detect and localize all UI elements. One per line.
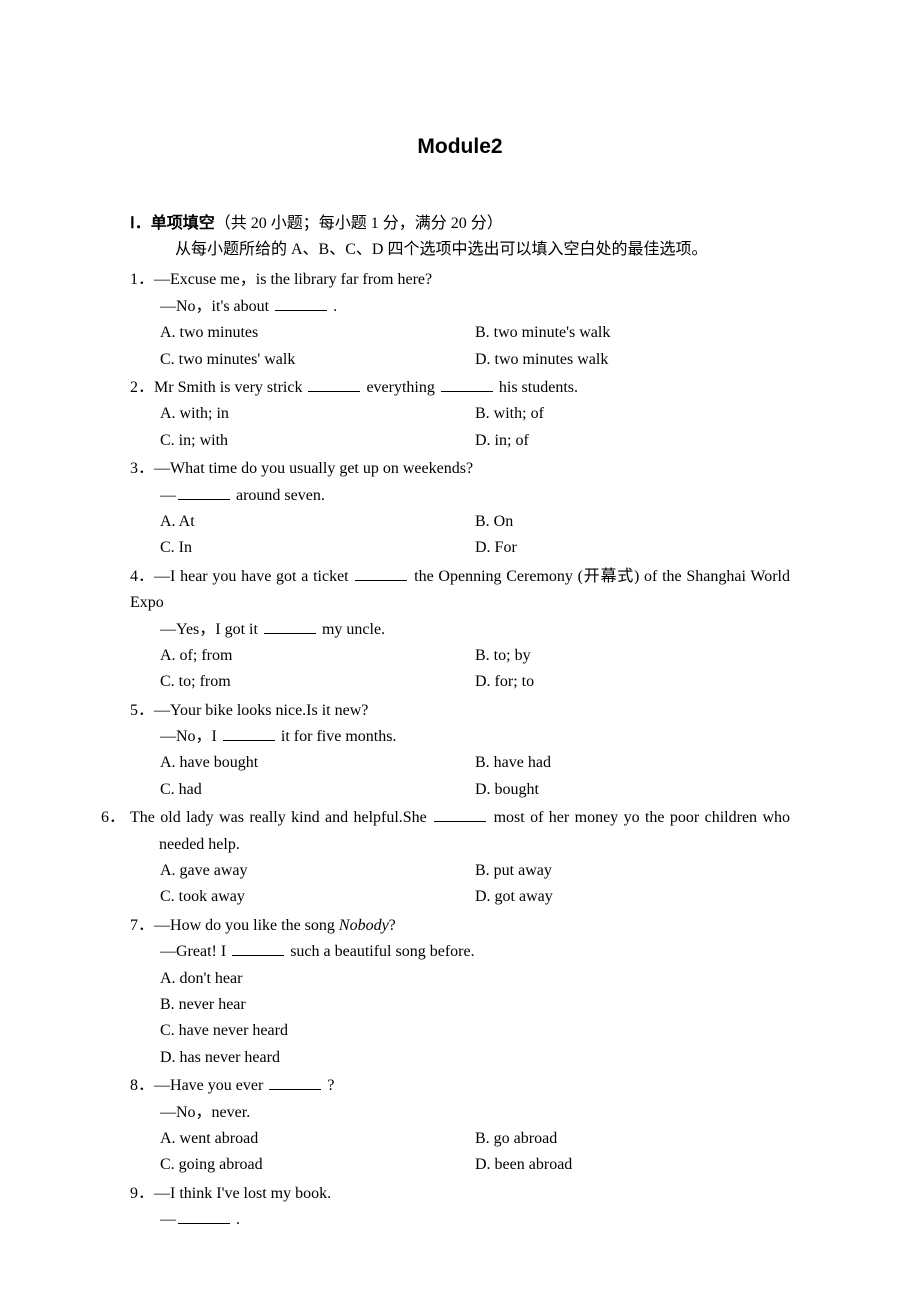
question-stem: —How do you like the song bbox=[154, 917, 339, 934]
question-9: 9．—I think I've lost my book. — . bbox=[130, 1181, 790, 1234]
option-c: C. took away bbox=[160, 884, 475, 910]
option-b: B. to; by bbox=[475, 643, 790, 669]
section-instruction: 从每小题所给的 A、B、C、D 四个选项中选出可以填入空白处的最佳选项。 bbox=[130, 237, 790, 263]
question-stem: Mr Smith is very strick bbox=[154, 379, 306, 396]
question-stem-line2: — . bbox=[130, 1207, 790, 1233]
option-d: D. in; of bbox=[475, 428, 790, 454]
section-paren: （共 20 小题；每小题 1 分，满分 20 分） bbox=[215, 215, 503, 232]
option-d: D. bought bbox=[475, 777, 790, 803]
option-b: B. have had bbox=[475, 750, 790, 776]
question-number: 1． bbox=[130, 267, 154, 293]
question-3: 3．—What time do you usually get up on we… bbox=[130, 456, 790, 562]
blank bbox=[232, 940, 284, 956]
option-c: C. going abroad bbox=[160, 1152, 475, 1178]
option-b: B. never hear bbox=[160, 992, 790, 1018]
page-title: Module2 bbox=[130, 130, 790, 165]
question-number: 5． bbox=[130, 698, 154, 724]
question-number: 2． bbox=[130, 375, 154, 401]
blank bbox=[355, 565, 407, 581]
song-title-italic: Nobody bbox=[339, 917, 389, 934]
blank bbox=[434, 806, 486, 822]
option-a: A. went abroad bbox=[160, 1126, 475, 1152]
question-number: 9． bbox=[130, 1181, 154, 1207]
option-c: C. two minutes' walk bbox=[160, 347, 475, 373]
question-stem-line2: —Yes，I got it my uncle. bbox=[130, 617, 790, 643]
question-7: 7．—How do you like the song Nobody? —Gre… bbox=[130, 913, 790, 1071]
blank bbox=[441, 376, 493, 392]
question-number: 7． bbox=[130, 913, 154, 939]
option-c: C. in; with bbox=[160, 428, 475, 454]
blank bbox=[308, 376, 360, 392]
question-stem: —Have you ever bbox=[154, 1077, 267, 1094]
question-stem: —What time do you usually get up on week… bbox=[154, 460, 473, 477]
question-2: 2．Mr Smith is very strick everything his… bbox=[130, 375, 790, 454]
question-4: 4．—I hear you have got a ticket the Open… bbox=[130, 564, 790, 696]
option-d: D. for; to bbox=[475, 669, 790, 695]
option-c: C. to; from bbox=[160, 669, 475, 695]
option-a: A. have bought bbox=[160, 750, 475, 776]
question-number: 3． bbox=[130, 456, 154, 482]
question-stem: The old lady was really kind and helpful… bbox=[130, 809, 432, 826]
option-d: D. got away bbox=[475, 884, 790, 910]
question-stem-line2: —No，never. bbox=[130, 1100, 790, 1126]
option-a: A. gave away bbox=[160, 858, 475, 884]
option-c: C. had bbox=[160, 777, 475, 803]
option-d: D. been abroad bbox=[475, 1152, 790, 1178]
question-stem-line2: — around seven. bbox=[130, 483, 790, 509]
section-name: 单项填空 bbox=[151, 215, 215, 232]
option-c: C. have never heard bbox=[160, 1018, 790, 1044]
blank bbox=[178, 1208, 230, 1224]
option-d: D. has never heard bbox=[160, 1045, 790, 1071]
blank bbox=[275, 295, 327, 311]
question-number: 8． bbox=[130, 1073, 154, 1099]
question-stem-line2: —No，it's about . bbox=[130, 294, 790, 320]
blank bbox=[178, 484, 230, 500]
option-b: B. with; of bbox=[475, 401, 790, 427]
option-b: B. On bbox=[475, 509, 790, 535]
option-b: B. go abroad bbox=[475, 1126, 790, 1152]
question-stem: —I think I've lost my book. bbox=[154, 1185, 331, 1202]
option-a: A. with; in bbox=[160, 401, 475, 427]
question-stem: —Your bike looks nice.Is it new? bbox=[154, 702, 368, 719]
section-header: Ⅰ．单项填空（共 20 小题；每小题 1 分，满分 20 分） 从每小题所给的 … bbox=[130, 211, 790, 264]
question-stem: —Excuse me，is the library far from here? bbox=[154, 271, 432, 288]
option-b: B. put away bbox=[475, 858, 790, 884]
question-stem-line2: —Great! I such a beautiful song before. bbox=[130, 939, 790, 965]
option-a: A. At bbox=[160, 509, 475, 535]
question-number: 4． bbox=[130, 564, 154, 590]
section-roman: Ⅰ． bbox=[130, 215, 151, 232]
blank bbox=[264, 618, 316, 634]
question-1: 1．—Excuse me，is the library far from her… bbox=[130, 267, 790, 373]
option-c: C. In bbox=[160, 535, 475, 561]
blank bbox=[269, 1074, 321, 1090]
question-stem: —I hear you have got a ticket bbox=[154, 568, 353, 585]
blank bbox=[223, 725, 275, 741]
question-8: 8．—Have you ever ? —No，never. A. went ab… bbox=[130, 1073, 790, 1179]
option-a: A. two minutes bbox=[160, 320, 475, 346]
question-6: 6．The old lady was really kind and helpf… bbox=[130, 805, 790, 911]
question-stem-line2: —No，I it for five months. bbox=[130, 724, 790, 750]
option-a: A. don't hear bbox=[160, 966, 790, 992]
option-d: D. two minutes walk bbox=[475, 347, 790, 373]
option-d: D. For bbox=[475, 535, 790, 561]
option-a: A. of; from bbox=[160, 643, 475, 669]
question-5: 5．—Your bike looks nice.Is it new? —No，I… bbox=[130, 698, 790, 804]
option-b: B. two minute's walk bbox=[475, 320, 790, 346]
